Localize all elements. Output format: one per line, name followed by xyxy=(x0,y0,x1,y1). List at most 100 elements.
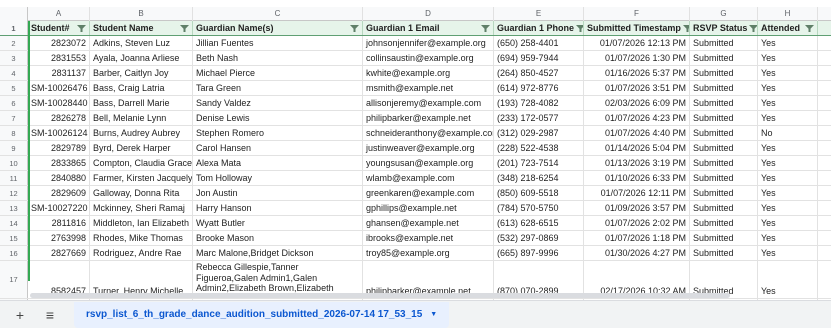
cell-student-number[interactable]: 2833865 xyxy=(28,156,90,170)
column-letter-f[interactable]: F xyxy=(584,7,690,21)
cell-guardian-names[interactable]: Tara Green xyxy=(193,81,363,95)
cell-student-number[interactable]: 2831553 xyxy=(28,51,90,65)
cell-submitted-timestamp[interactable]: 01/07/2026 12:11 PM xyxy=(584,186,690,200)
cell-submitted-timestamp[interactable]: 01/16/2026 5:37 PM xyxy=(584,66,690,80)
cell-student-name[interactable]: Bass, Darrell Marie xyxy=(90,96,193,110)
cell-guardian-email[interactable]: troy85@example.org xyxy=(363,246,494,260)
column-letter-c[interactable]: C xyxy=(193,7,363,21)
cell-guardian-email[interactable]: msmith@example.net xyxy=(363,81,494,95)
cell-rsvp-status[interactable]: Submitted xyxy=(690,171,758,185)
cell-student-number[interactable]: 2827669 xyxy=(28,246,90,260)
cell-submitted-timestamp[interactable]: 01/07/2026 1:18 PM xyxy=(584,231,690,245)
row-number[interactable]: 14 xyxy=(0,216,28,230)
cell-attended[interactable]: Yes xyxy=(758,246,818,260)
cell-attended[interactable]: Yes xyxy=(758,231,818,245)
row-number[interactable]: 12 xyxy=(0,186,28,200)
cell-student-name[interactable]: Rhodes, Mike Thomas xyxy=(90,231,193,245)
row-number[interactable]: 13 xyxy=(0,201,28,215)
cell-guardian-email[interactable]: gphillips@example.net xyxy=(363,201,494,215)
column-letter-h[interactable]: H xyxy=(758,7,818,21)
cell-student-number[interactable]: SM-10026476 xyxy=(28,81,90,95)
cell-guardian-names[interactable]: Tom Holloway xyxy=(193,171,363,185)
cell-guardian-phone[interactable]: (228) 522-4538 xyxy=(494,141,584,155)
cell-student-name[interactable]: Burns, Audrey Aubrey xyxy=(90,126,193,140)
cell-student-name[interactable]: Barber, Caitlyn Joy xyxy=(90,66,193,80)
row-number[interactable]: 7 xyxy=(0,111,28,125)
cell-submitted-timestamp[interactable]: 02/03/2026 6:09 PM xyxy=(584,96,690,110)
cell-submitted-timestamp[interactable]: 01/07/2026 3:51 PM xyxy=(584,81,690,95)
cell-guardian-phone[interactable]: (850) 609-5518 xyxy=(494,186,584,200)
cell-student-number[interactable]: 2829789 xyxy=(28,141,90,155)
cell-guardian-names[interactable]: Denise Lewis xyxy=(193,111,363,125)
cell-student-name[interactable]: Rodriguez, Andre Rae xyxy=(90,246,193,260)
cell-guardian-phone[interactable]: (665) 897-9996 xyxy=(494,246,584,260)
row-number[interactable]: 6 xyxy=(0,96,28,110)
cell-guardian-email[interactable]: ghansen@example.net xyxy=(363,216,494,230)
cell-attended[interactable]: Yes xyxy=(758,66,818,80)
row-number[interactable]: 5 xyxy=(0,81,28,95)
row-number[interactable]: 9 xyxy=(0,141,28,155)
cell-guardian-email[interactable]: schneideranthony@example.com xyxy=(363,126,494,140)
cell-guardian-phone[interactable]: (784) 570-5750 xyxy=(494,201,584,215)
cell-submitted-timestamp[interactable]: 01/09/2026 3:57 PM xyxy=(584,201,690,215)
cell-guardian-email[interactable]: kwhite@example.org xyxy=(363,66,494,80)
cell-guardian-phone[interactable]: (193) 728-4082 xyxy=(494,96,584,110)
cell-student-number[interactable]: 2831137 xyxy=(28,66,90,80)
cell-rsvp-status[interactable]: Submitted xyxy=(690,231,758,245)
header-cell-guardian-phone[interactable]: Guardian 1 Phone xyxy=(494,21,584,35)
cell-guardian-phone[interactable]: (650) 258-4401 xyxy=(494,36,584,50)
row-number[interactable]: 3 xyxy=(0,51,28,65)
cell-attended[interactable]: Yes xyxy=(758,36,818,50)
row-number[interactable]: 16 xyxy=(0,246,28,260)
cell-student-number[interactable]: SM-10028440 xyxy=(28,96,90,110)
cell-attended[interactable]: No xyxy=(758,126,818,140)
filter-icon[interactable] xyxy=(749,24,757,32)
cell-guardian-names[interactable]: Carol Hansen xyxy=(193,141,363,155)
cell-guardian-phone[interactable]: (614) 972-8776 xyxy=(494,81,584,95)
chevron-down-icon[interactable]: ▼ xyxy=(430,311,437,318)
cell-guardian-phone[interactable]: (613) 628-6515 xyxy=(494,216,584,230)
column-letter-d[interactable]: D xyxy=(363,7,494,21)
cell-attended[interactable]: Yes xyxy=(758,186,818,200)
cell-guardian-email[interactable]: wlamb@example.com xyxy=(363,171,494,185)
row-number[interactable]: 1 xyxy=(0,21,28,35)
cell-attended[interactable]: Yes xyxy=(758,201,818,215)
cell-student-name[interactable]: Bell, Melanie Lynn xyxy=(90,111,193,125)
header-cell-guardian-email[interactable]: Guardian 1 Email xyxy=(363,21,494,35)
cell-guardian-names[interactable]: Sandy Valdez xyxy=(193,96,363,110)
list-icon[interactable]: ≡ xyxy=(40,305,60,325)
column-letter-e[interactable]: E xyxy=(494,7,584,21)
cell-submitted-timestamp[interactable]: 01/07/2026 1:30 PM xyxy=(584,51,690,65)
cell-student-number[interactable]: 2840880 xyxy=(28,171,90,185)
cell-student-number[interactable]: 2763998 xyxy=(28,231,90,245)
cell-submitted-timestamp[interactable]: 01/13/2026 3:19 PM xyxy=(584,156,690,170)
cell-guardian-names[interactable]: Jillian Fuentes xyxy=(193,36,363,50)
cell-guardian-names[interactable]: Marc Malone,Bridget Dickson xyxy=(193,246,363,260)
cell-rsvp-status[interactable]: Submitted xyxy=(690,81,758,95)
cell-guardian-email[interactable]: philipbarker@example.net xyxy=(363,111,494,125)
cell-student-name[interactable]: Bass, Craig Latria xyxy=(90,81,193,95)
cell-student-number[interactable]: 2823072 xyxy=(28,36,90,50)
sheet-tab-active[interactable]: rsvp_list_6_th_grade_dance_audition_subm… xyxy=(74,301,450,328)
cell-student-number[interactable]: 2826278 xyxy=(28,111,90,125)
cell-student-name[interactable]: Galloway, Donna Rita xyxy=(90,186,193,200)
row-number[interactable]: 4 xyxy=(0,66,28,80)
cell-rsvp-status[interactable]: Submitted xyxy=(690,141,758,155)
column-letter-b[interactable]: B xyxy=(90,7,193,21)
cell-student-name[interactable]: Mckinney, Sheri Ramaj xyxy=(90,201,193,215)
header-cell-submitted-timestamp[interactable]: Submitted Timestamp xyxy=(584,21,690,35)
cell-guardian-email[interactable]: ibrooks@example.net xyxy=(363,231,494,245)
header-cell-attended[interactable]: Attended xyxy=(758,21,818,35)
filter-icon[interactable] xyxy=(180,24,189,32)
row-number[interactable]: 17 xyxy=(0,261,28,298)
filter-icon[interactable] xyxy=(350,24,359,32)
cell-attended[interactable]: Yes xyxy=(758,81,818,95)
cell-submitted-timestamp[interactable]: 01/14/2026 5:04 PM xyxy=(584,141,690,155)
cell-submitted-timestamp[interactable]: 01/07/2026 4:23 PM xyxy=(584,111,690,125)
column-letter-g[interactable]: G xyxy=(690,7,758,21)
cell-rsvp-status[interactable]: Submitted xyxy=(690,216,758,230)
cell-attended[interactable]: Yes xyxy=(758,51,818,65)
cell-student-number[interactable]: 2829609 xyxy=(28,186,90,200)
cell-guardian-email[interactable]: collinsaustin@example.org xyxy=(363,51,494,65)
cell-guardian-email[interactable]: youngsusan@example.org xyxy=(363,156,494,170)
